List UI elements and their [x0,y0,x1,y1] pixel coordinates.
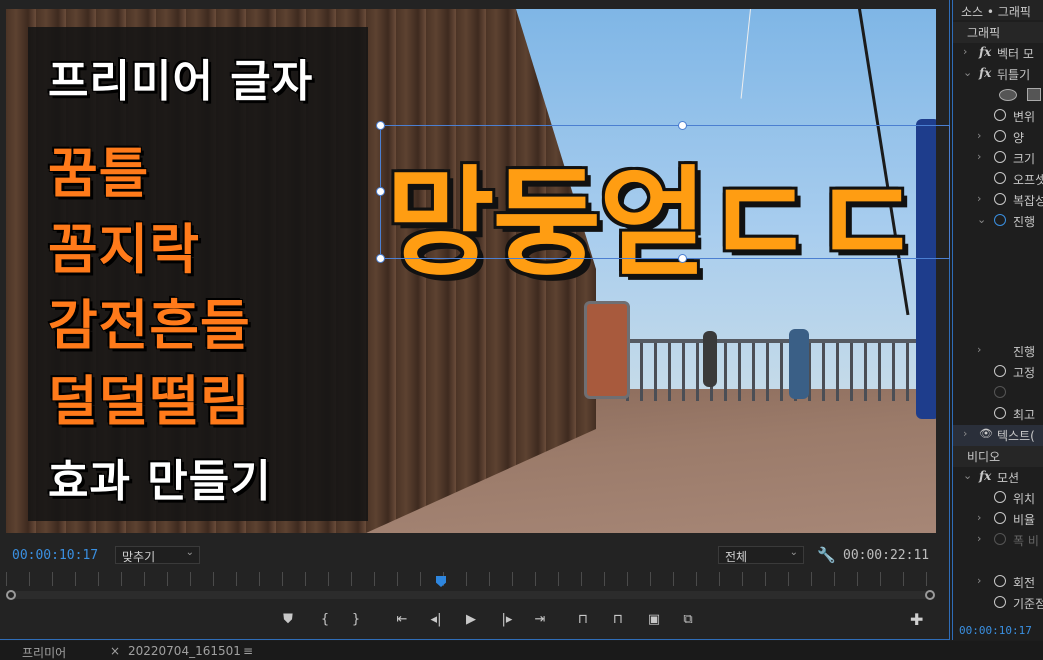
marker-icon[interactable]: ⛊ [277,610,299,630]
effect-row[interactable]: › fx 벡터 모 [953,43,1043,64]
property-row[interactable]: › 복잡성 [953,190,1043,211]
transport-controls: ⛊ { } ⇤ ◂| ▶ |▸ ⇥ ⊓ ⊓ ▣ ⧉ [0,610,950,630]
premiere-window: 프리미어 글자 꿈틀 꼼지락 감전흔들 덜덜떨림 효과 만들기 망둥얻ㄷㄷ 00… [0,0,1043,660]
stopwatch-icon [994,386,1006,398]
property-row[interactable]: 위치 [953,488,1043,509]
transform-handle[interactable] [376,187,385,196]
fx-icon: fx [979,66,992,80]
mask-shape-row [953,85,1043,106]
zoom-scrollbar[interactable] [10,591,930,599]
tab-project[interactable]: 프리미어 [22,644,66,660]
title-line: 꼼지락 [47,217,201,282]
property-row[interactable]: › 양 [953,127,1043,148]
property-row[interactable]: 최고 [953,404,1043,425]
step-back-icon[interactable]: ◂| [425,610,447,630]
effect-controls-panel: 소스 • 그래픽 그래픽 › fx 벡터 모 ⌄ fx 뒤틀기 변위 › 양 › 크기 오프… [952,0,1043,640]
program-monitor: 프리미어 글자 꿈틀 꼼지락 감전흔들 덜덜떨림 효과 만들기 망둥얻ㄷㄷ 00… [0,0,950,640]
stopwatch-icon[interactable] [994,491,1006,503]
fx-icon: fx [979,469,992,483]
property-row [953,383,1043,404]
section-header: 그래픽 [953,22,1043,43]
property-row[interactable]: › 비율 [953,509,1043,530]
property-row[interactable]: › 회전 [953,572,1043,593]
bottom-tab-bar: 프리미어 × 20220704_161501 ≡ [0,641,1043,660]
title-line: 꿈틀 [47,141,150,206]
selection-box[interactable] [380,125,950,259]
add-button[interactable]: ✚ [910,610,923,629]
property-row: › 폭 비 [977,532,1039,548]
stopwatch-icon[interactable] [994,596,1006,608]
fx-icon: fx [979,45,992,59]
mark-in-icon[interactable]: { [314,610,336,630]
export-frame-icon[interactable]: ▣ [643,610,665,630]
ellipse-mask-icon[interactable] [999,89,1017,101]
scrollbar-start-handle[interactable] [6,590,16,600]
title-card: 프리미어 글자 꿈틀 꼼지락 감전흔들 덜덜떨림 효과 만들기 [28,27,368,521]
property-row[interactable]: 기준점 [953,593,1043,614]
property-row[interactable]: 변위 [953,106,1043,127]
title-line: 효과 만들기 [47,455,272,508]
stopwatch-icon[interactable] [994,151,1006,163]
play-icon[interactable]: ▶ [460,610,482,630]
metal-railing [626,339,936,401]
chevron-down-icon: ⌄ [185,547,194,558]
stopwatch-active-icon[interactable] [994,214,1006,226]
stopwatch-icon [994,533,1006,545]
video-frame[interactable]: 프리미어 글자 꿈틀 꼼지락 감전흔들 덜덜떨림 효과 만들기 망둥얻ㄷㄷ [6,9,936,533]
panel-timecode: 00:00:10:17 [959,624,1032,637]
property-row[interactable]: › 크기 [953,148,1043,169]
transform-handle[interactable] [678,254,687,263]
stopwatch-icon[interactable] [994,512,1006,524]
title-line: 프리미어 글자 [47,55,314,108]
transform-handle[interactable] [376,121,385,130]
chevron-down-icon: ⌄ [789,547,798,558]
trash-bin [584,301,630,399]
compare-icon[interactable]: ⧉ [677,610,699,630]
transform-handle[interactable] [376,254,385,263]
section-header: 비디오 [953,446,1043,467]
text-layer-row[interactable]: › 👁 텍스트( [953,425,1043,446]
property-row[interactable]: › 진행 [953,341,1043,362]
stopwatch-icon[interactable] [994,193,1006,205]
rectangle-mask-icon[interactable] [1027,88,1041,101]
stopwatch-icon[interactable] [994,109,1006,121]
property-row[interactable]: 고정 [953,362,1043,383]
duration-timecode: 00:00:22:11 [843,548,930,563]
scrollbar-end-handle[interactable] [925,590,935,600]
overwrite-icon[interactable]: ⊓ [607,610,629,630]
quality-dropdown[interactable]: 전체 ⌄ [718,546,804,564]
stopwatch-icon[interactable] [994,172,1006,184]
fit-dropdown-value: 맞추기 [122,550,156,564]
time-ruler[interactable] [6,572,936,586]
close-icon[interactable]: × [110,644,120,658]
quality-dropdown-value: 전체 [725,550,748,564]
fit-dropdown[interactable]: 맞추기 ⌄ [115,546,200,564]
stopwatch-icon[interactable] [994,575,1006,587]
person-figure [703,331,717,387]
current-timecode[interactable]: 00:00:10:17 [12,548,98,563]
person-figure [789,329,809,399]
mark-out-icon[interactable]: } [345,610,367,630]
stopwatch-icon[interactable] [994,407,1006,419]
menu-icon[interactable]: ≡ [243,644,253,658]
eye-icon[interactable]: 👁 [979,427,993,440]
title-line: 감전흔들 [47,293,251,358]
transform-handle[interactable] [678,121,687,130]
step-forward-icon[interactable]: |▸ [496,610,518,630]
panel-tabs[interactable]: 소스 • 그래픽 [953,0,1043,20]
insert-icon[interactable]: ⊓ [572,610,594,630]
title-line: 덜덜떨림 [47,369,251,434]
property-row[interactable]: 오프셋 [953,169,1043,190]
monitor-controls: 00:00:10:17 맞추기 ⌄ 전체 ⌄ 🔧 00:00:22:11 [0,542,950,570]
go-to-in-icon[interactable]: ⇤ [391,610,413,630]
effect-row[interactable]: ⌄ fx 모션 [953,467,1043,488]
stopwatch-icon[interactable] [994,130,1006,142]
wrench-icon[interactable]: 🔧 [817,546,836,564]
property-row[interactable]: ⌄ 진행 [953,211,1043,232]
go-to-out-icon[interactable]: ⇥ [529,610,551,630]
stopwatch-icon[interactable] [994,365,1006,377]
effect-row[interactable]: ⌄ fx 뒤틀기 [953,64,1043,85]
tab-sequence[interactable]: 20220704_161501 [128,644,241,658]
